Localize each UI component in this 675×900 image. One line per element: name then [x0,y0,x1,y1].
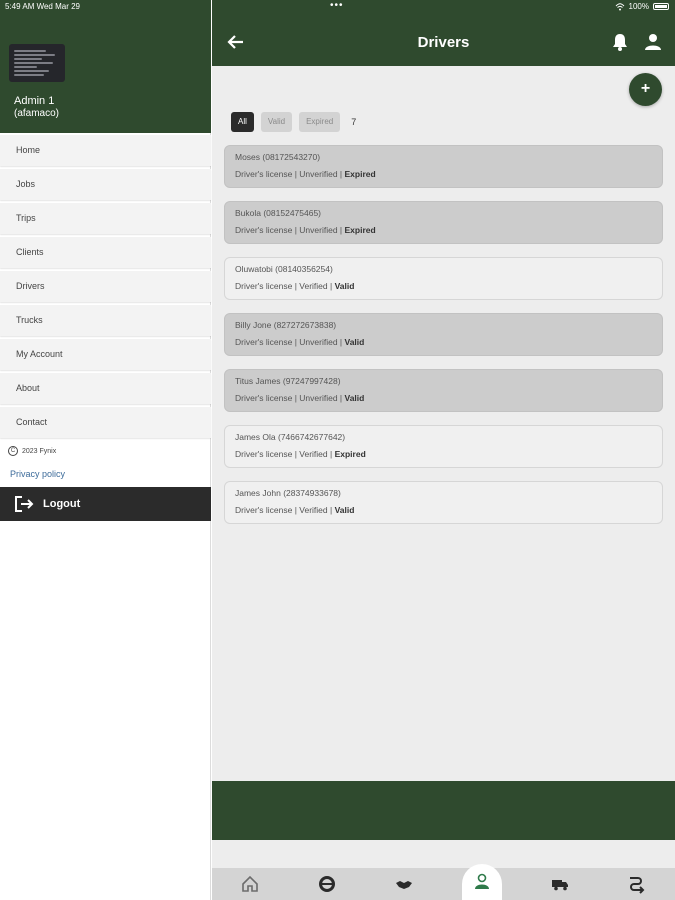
bottom-navigation [212,868,675,900]
steering-wheel-icon[interactable] [317,874,337,894]
license-verification: Driver's license | Verified | [235,281,335,291]
driver-count: 7 [351,117,357,127]
driver-card[interactable]: Titus James (97247997428) Driver's licen… [224,369,663,412]
drawer-header: Admin 1 (afamaco) [0,0,211,133]
driver-license-info: Driver's license | Unverified | Valid [235,392,652,404]
license-status: Valid [344,393,365,403]
driver-card[interactable]: Billy Jone (827272673838) Driver's licen… [224,313,663,356]
driver-icon[interactable] [472,872,492,892]
battery-percent: 100% [628,2,649,11]
admin-name: Admin 1 [14,95,55,107]
filter-valid-chip[interactable]: Valid [260,112,293,132]
notification-bell-icon[interactable] [610,32,630,52]
page-title: Drivers [417,34,470,51]
menu-item-drivers[interactable]: Drivers [0,271,211,302]
driver-license-info: Driver's license | Unverified | Expired [235,224,652,236]
driver-name: James John (28374933678) [235,488,341,498]
driver-card[interactable]: James John (28374933678) Driver's licens… [224,481,663,524]
license-verification: Driver's license | Unverified | [235,337,345,347]
privacy-policy-link[interactable]: Privacy policy [10,469,65,479]
wifi-icon [615,2,624,10]
driver-license-info: Driver's license | Verified | Expired [235,448,652,460]
driver-name: James Ola (7466742677642) [235,432,346,442]
bottom-banner [212,781,675,840]
filter-all-chip[interactable]: All [231,112,254,132]
menu-item-my-account[interactable]: My Account [0,339,211,370]
active-nav-highlight [462,864,502,900]
license-status: Expired [334,449,366,459]
drivers-screen: Drivers + All Valid Expired 7 Moses (081… [212,0,675,900]
menu-item-clients[interactable]: Clients [0,237,211,268]
license-status: Expired [344,225,376,235]
profile-icon[interactable] [643,32,663,52]
handshake-icon[interactable] [394,874,414,894]
driver-name: Billy Jone (827272673838) [235,320,337,330]
driver-name: Titus James (97247997428) [235,376,341,386]
add-driver-button[interactable]: + [629,73,662,106]
menu-item-about[interactable]: About [0,373,211,404]
license-verification: Driver's license | Verified | [235,505,335,515]
license-verification: Driver's license | Unverified | [235,393,345,403]
menu-item-trucks[interactable]: Trucks [0,305,211,336]
copyright-text: 2023 Fynix [22,447,57,455]
license-verification: Driver's license | Unverified | [235,225,345,235]
driver-license-info: Driver's license | Unverified | Expired [235,168,652,180]
status-bar: 5:49 AM Wed Mar 29 ••• 100% [0,0,675,14]
multitasking-dots[interactable]: ••• [330,0,344,11]
menu-item-trips[interactable]: Trips [0,203,211,234]
license-verification: Driver's license | Verified | [235,449,335,459]
copyright-icon: C [8,446,18,456]
driver-card[interactable]: Bukola (08152475465) Driver's license | … [224,201,663,244]
license-verification: Driver's license | Unverified | [235,169,345,179]
logout-button[interactable]: Logout [0,487,211,521]
menu-item-contact[interactable]: Contact [0,407,211,438]
driver-license-info: Driver's license | Unverified | Valid [235,336,652,348]
license-status: Expired [344,169,376,179]
status-filter: All Valid Expired 7 [231,112,356,132]
driver-card[interactable]: James Ola (7466742677642) Driver's licen… [224,425,663,468]
license-status: Valid [344,337,365,347]
menu-item-home[interactable]: Home [0,135,211,166]
logout-icon [15,496,34,512]
logout-label: Logout [43,498,81,510]
driver-name: Oluwatobi (08140356254) [235,264,333,274]
filter-expired-chip[interactable]: Expired [299,112,341,132]
license-status: Valid [334,281,355,291]
driver-license-info: Driver's license | Verified | Valid [235,504,652,516]
menu-item-jobs[interactable]: Jobs [0,169,211,200]
driver-card[interactable]: Moses (08172543270) Driver's license | U… [224,145,663,188]
copyright: C 2023 Fynix [8,446,56,456]
driver-list: Moses (08172543270) Driver's license | U… [224,145,663,537]
driver-card[interactable]: Oluwatobi (08140356254) Driver's license… [224,257,663,300]
admin-username: (afamaco) [14,108,60,119]
navigation-drawer: Admin 1 (afamaco) Home Jobs Trips Client… [0,0,211,900]
status-indicators: 100% [615,2,669,11]
driver-name: Moses (08172543270) [235,152,321,162]
driver-license-info: Driver's license | Verified | Valid [235,280,652,292]
status-time: 5:49 AM Wed Mar 29 [5,2,80,11]
driver-name: Bukola (08152475465) [235,208,322,218]
license-status: Valid [334,505,355,515]
home-icon[interactable] [240,874,260,894]
battery-icon [653,3,669,10]
drawer-menu: Home Jobs Trips Clients Drivers Trucks M… [0,135,211,441]
company-logo [9,44,65,82]
